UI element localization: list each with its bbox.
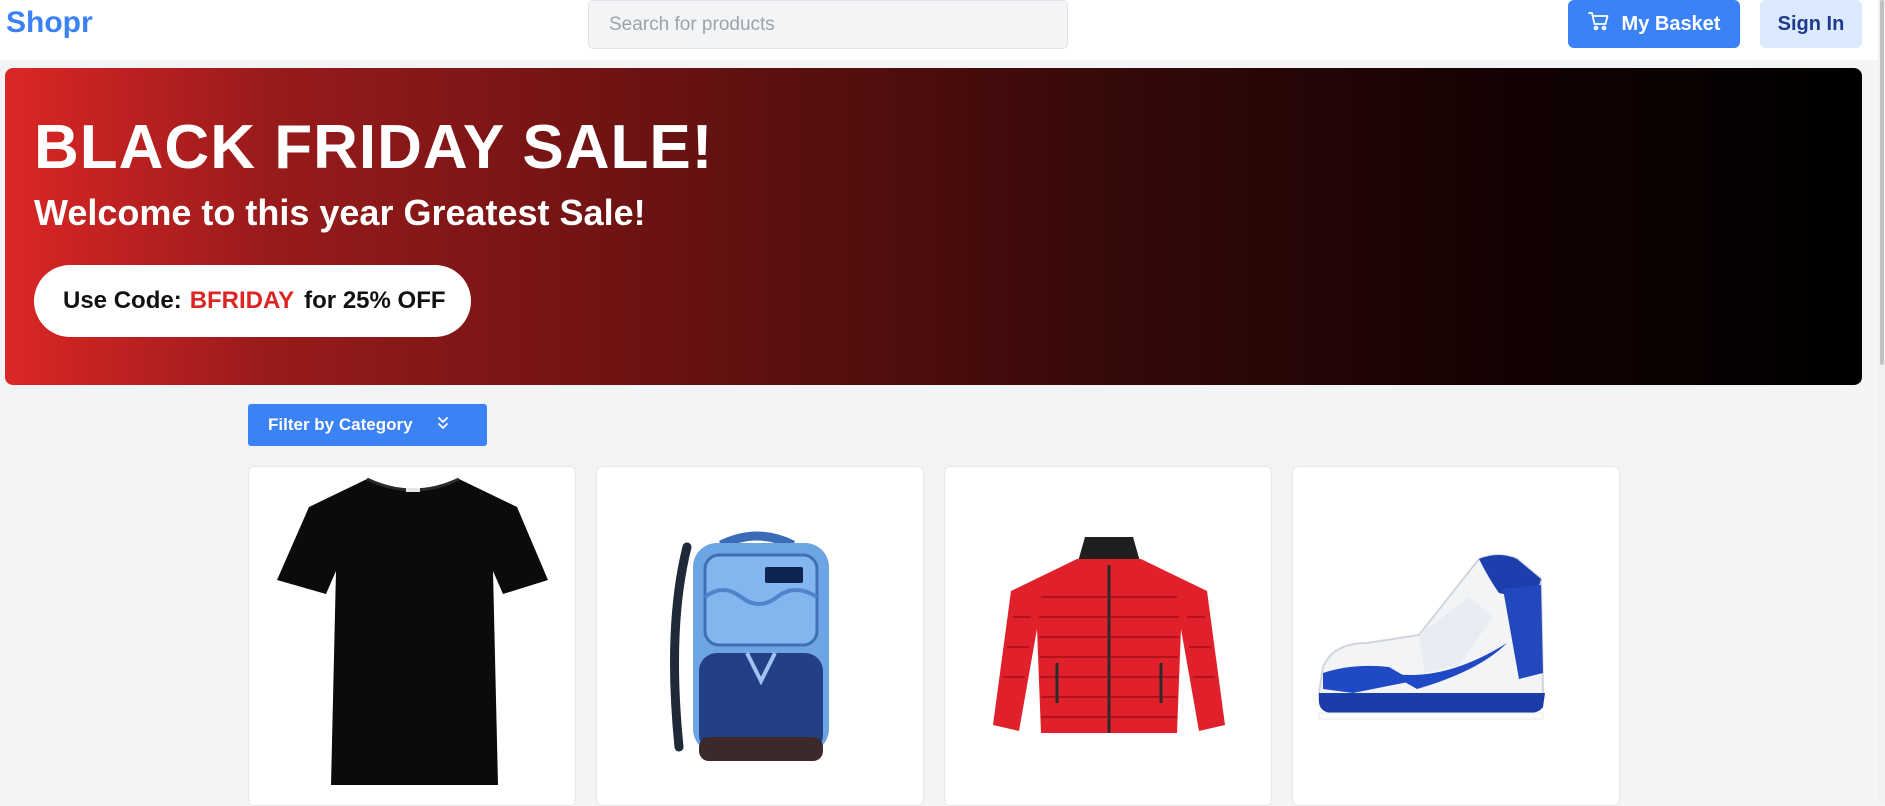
promo-suffix: for 25% OFF xyxy=(304,287,446,314)
banner-title: BLACK FRIDAY SALE! xyxy=(34,113,714,182)
sign-in-button[interactable]: Sign In xyxy=(1760,0,1862,48)
cart-icon xyxy=(1587,11,1610,37)
blue-white-sneaker-image xyxy=(1317,554,1545,720)
blue-backpack-image xyxy=(670,531,829,761)
promo-code: BFRIDAY xyxy=(189,287,295,314)
red-puffer-jacket-image xyxy=(993,537,1225,733)
shopr-logo[interactable]: Shopr xyxy=(6,6,93,40)
promo-code-pill: Use Code: BFRIDAY for 25% OFF xyxy=(34,265,471,337)
filter-label: Filter by Category xyxy=(268,415,413,434)
banner-subtitle: Welcome to this year Greatest Sale! xyxy=(34,192,646,233)
black-friday-banner: BLACK FRIDAY SALE! Welcome to this year … xyxy=(5,68,1862,385)
black-tshirt-image xyxy=(277,477,548,785)
product-card[interactable] xyxy=(248,466,576,806)
double-chevron-down-icon xyxy=(437,415,449,435)
search-input[interactable] xyxy=(588,0,1068,49)
filter-by-category-button[interactable]: Filter by Category xyxy=(248,404,487,446)
product-card[interactable] xyxy=(944,466,1272,806)
page-scrollbar-thumb[interactable] xyxy=(1880,0,1884,365)
my-basket-button[interactable]: My Basket xyxy=(1568,0,1740,48)
product-card[interactable] xyxy=(1292,466,1620,806)
product-card[interactable] xyxy=(596,466,924,806)
top-navigation-bar: Shopr My Basket Sign In xyxy=(0,0,1885,60)
my-basket-label: My Basket xyxy=(1621,12,1721,35)
promo-prefix: Use Code: xyxy=(63,287,182,314)
